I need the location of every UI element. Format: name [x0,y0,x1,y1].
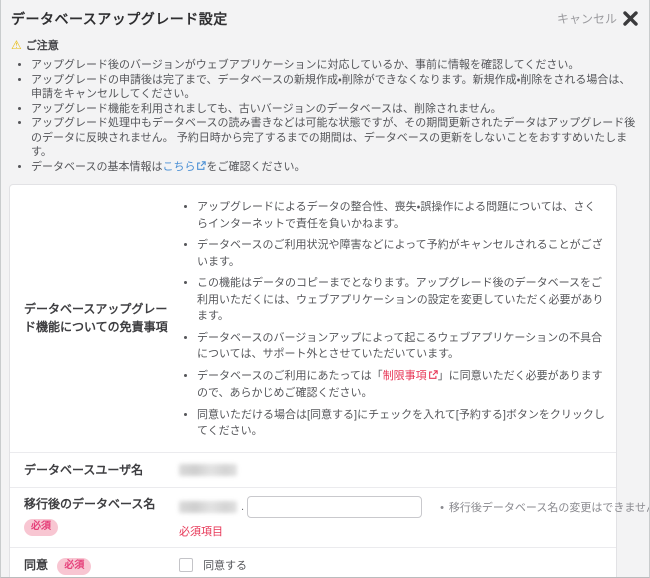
header-actions: キャンセル [557,9,639,27]
panel-header: データベースアップグレード設定 キャンセル [1,0,649,29]
db-user-label: データベースユーザ名 [10,453,179,487]
agree-checkbox[interactable] [179,558,193,572]
disclaimer-item: データベースのご利用状況や障害などによって予約がキャンセルされることがございます… [197,237,606,270]
new-db-name-label: 移行後のデータベース名 [24,497,155,511]
disclaimer-item: この機能はデータのコピーまでとなります。アップグレード後のデータベースをご利用い… [197,275,606,325]
external-link-icon [196,161,206,176]
notice-section: ⚠ ご注意 アップグレード後のバージョンがウェブアプリケーションに対応しているか… [11,37,637,175]
db-name-separator: . [241,501,244,513]
disclaimer-list: アップグレードによるデータの整合性、喪失・誤操作による問題については、さくらイン… [179,199,606,440]
agree-label: 同意 [24,558,48,572]
notice-item: アップグレードの申請後は完了まで、データベースの新規作成・削除ができなくなります… [31,73,637,102]
notice-heading: ⚠ ご注意 [11,37,637,53]
upgrade-settings-panel: データベースアップグレード設定 キャンセル ⚠ ご注意 アップグレード後のバージ… [0,0,650,578]
disclaimer-item: アップグレードによるデータの整合性、喪失・誤操作による問題については、さくらイン… [197,199,606,232]
notice-item: データベースの基本情報はこちらをご確認ください。 [31,160,637,176]
row-new-db-name: 移行後のデータベース名 必須 . 移行後データベース名の変更はできません 必須項… [10,487,616,547]
upgrade-form-table: データベースアップグレード機能についての免責事項 アップグレードによるデータの整… [9,184,617,578]
disclaimer-item: データベースのご利用にあたっては「制限事項」に同意いただく必要がありますので、あ… [197,368,606,402]
warning-icon: ⚠ [11,39,22,51]
row-db-user: データベースユーザ名 [10,452,616,487]
required-field-note: 必須項目 [179,523,650,539]
restrictions-link[interactable]: 制限事項 [383,370,427,382]
notice-list: アップグレード後のバージョンがウェブアプリケーションに対応しているか、事前に情報… [17,58,637,175]
notice-item: アップグレード処理中もデータベースの読み書きなどは可能な状態ですが、その期間更新… [31,116,637,160]
close-icon[interactable] [621,9,639,27]
disclaimer-item: データベースのバージョンアップによって起こるウェブアプリケーションの不具合につい… [197,330,606,363]
new-db-name-input[interactable] [247,496,422,518]
db-name-side-note: 移行後データベース名の変更はできません [440,499,650,515]
basic-info-link[interactable]: こちら [162,161,195,173]
agree-checkbox-label[interactable]: 同意する [203,560,247,572]
row-disclaimer: データベースアップグレード機能についての免責事項 アップグレードによるデータの整… [10,185,616,452]
disclaimer-label: データベースアップグレード機能についての免責事項 [10,292,179,344]
db-name-prefix-redacted [179,501,237,513]
db-user-value-redacted [179,464,237,476]
page-title: データベースアップグレード設定 [11,9,228,29]
required-badge: 必須 [57,558,91,575]
notice-heading-label: ご注意 [26,37,59,53]
notice-item: アップグレード機能を利用されましても、古いバージョンのデータベースは、削除されま… [31,102,637,117]
required-badge: 必須 [24,519,58,536]
notice-item: アップグレード後のバージョンがウェブアプリケーションに対応しているか、事前に情報… [31,58,637,73]
cancel-link[interactable]: キャンセル [557,10,617,27]
external-link-icon [428,369,438,386]
row-agree: 同意 必須 同意する [10,547,616,578]
disclaimer-item: 同意いただける場合は[同意する]にチェックを入れて[予約する]ボタンをクリックし… [197,407,606,440]
